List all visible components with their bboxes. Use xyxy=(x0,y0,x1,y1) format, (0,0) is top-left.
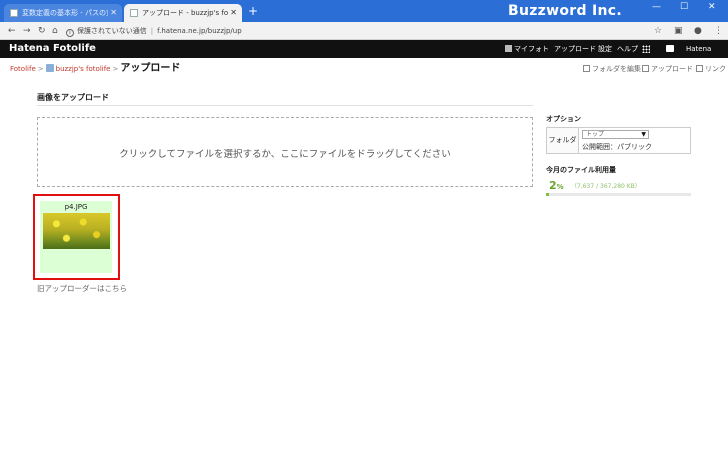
account-icon[interactable]: ● xyxy=(694,24,702,38)
usage-bar-fill xyxy=(546,193,549,196)
upload-dropzone[interactable]: クリックしてファイルを選択するか、ここにファイルをドラッグしてください xyxy=(37,117,533,187)
folder-label: フォルダ xyxy=(547,128,579,153)
usage-percent-unit: % xyxy=(556,183,564,191)
bookmark-star-icon[interactable]: ☆ xyxy=(654,24,662,38)
link-icon xyxy=(696,65,703,72)
highlight-box: p4.JPG xyxy=(33,194,120,280)
edit-folder-link[interactable]: フォルダを編集 xyxy=(583,63,641,75)
edit-folder-label: フォルダを編集 xyxy=(592,65,641,73)
extension-icon[interactable]: ▣ xyxy=(674,24,683,38)
tab-favicon-icon xyxy=(130,9,138,17)
nav-myphoto[interactable]: マイフォト xyxy=(505,40,549,58)
browser-tab-2[interactable]: アップロード - buzzjp's fotolife ✕ xyxy=(124,4,242,22)
reload-icon[interactable]: ↻ xyxy=(38,24,46,38)
browser-tab-1[interactable]: 変数定義の基本形 - パスの宣言で使う ✕ xyxy=(4,4,122,22)
options-title: オプション xyxy=(546,115,581,123)
breadcrumb: Fotolife > buzzjp's fotolife > アップロード xyxy=(10,63,181,74)
thumbnail-filename: p4.JPG xyxy=(64,203,88,211)
tab-close-icon[interactable]: ✕ xyxy=(230,4,237,22)
breadcrumb-user[interactable]: buzzjp's fotolife xyxy=(56,65,111,73)
photo-icon xyxy=(505,45,512,52)
avatar xyxy=(45,64,54,72)
upload-label: アップロード xyxy=(651,65,693,73)
usage-percent-value: 2 xyxy=(549,179,557,192)
comment-icon[interactable] xyxy=(666,45,674,52)
site-header: Hatena Fotolife マイフォト アップロード 設定 ヘルプ Hate… xyxy=(0,40,728,58)
browser-tab-strip: 変数定義の基本形 - パスの宣言で使う ✕ アップロード - buzzjp's … xyxy=(0,0,728,22)
maximize-icon[interactable]: ☐ xyxy=(680,2,688,12)
options-box: フォルダ トップ ▼ 公開範囲：パブリック xyxy=(546,127,691,154)
nav-settings[interactable]: 設定 xyxy=(598,40,612,58)
page-title: アップロード xyxy=(120,63,181,74)
new-tab-button[interactable]: + xyxy=(248,3,258,19)
back-icon[interactable]: ← xyxy=(8,24,16,38)
upload-icon xyxy=(642,65,649,72)
tab-favicon-icon xyxy=(10,9,18,17)
folder-icon xyxy=(583,65,590,72)
info-icon[interactable]: i xyxy=(66,29,74,37)
old-uploader-link[interactable]: 旧アップローダーはこちら xyxy=(37,283,127,294)
folder-select-value: トップ xyxy=(586,131,605,138)
url-field[interactable]: i 保護されていない通信 | f.hatena.ne.jp/buzzjp/up xyxy=(66,24,666,38)
tab-title: アップロード - buzzjp's fotolife xyxy=(142,9,228,17)
uploaded-thumbnail[interactable]: p4.JPG xyxy=(40,201,112,273)
window-close-icon[interactable]: ✕ xyxy=(708,2,716,12)
nav-help[interactable]: ヘルプ xyxy=(617,40,638,58)
tab-close-icon[interactable]: ✕ xyxy=(110,4,117,22)
apps-grid-icon[interactable] xyxy=(642,45,650,53)
dropzone-text: クリックしてファイルを選択するか、ここにファイルをドラッグしてください xyxy=(119,149,451,160)
security-status: 保護されていない通信 xyxy=(77,27,147,35)
link-label: リンク xyxy=(705,65,726,73)
site-logo[interactable]: Hatena Fotolife xyxy=(9,42,96,56)
divider xyxy=(37,105,533,106)
url-text: f.hatena.ne.jp/buzzjp/up xyxy=(157,27,242,35)
link-link[interactable]: リンク xyxy=(696,63,726,75)
nav-label: マイフォト xyxy=(514,45,549,53)
usage-percent: 2% xyxy=(549,179,564,192)
nav-upload[interactable]: アップロード xyxy=(554,40,596,58)
folder-select[interactable]: トップ ▼ xyxy=(582,130,649,139)
forward-icon[interactable]: → xyxy=(23,24,31,38)
usage-title: 今月のファイル利用量 xyxy=(546,166,616,174)
menu-dots-icon[interactable]: ⋮ xyxy=(714,24,723,38)
section-title: 画像をアップロード xyxy=(37,93,109,102)
upload-link[interactable]: アップロード xyxy=(642,63,693,75)
dropdown-arrow-icon: ▼ xyxy=(641,131,646,138)
usage-bar xyxy=(546,193,691,196)
tab-title: 変数定義の基本形 - パスの宣言で使う xyxy=(22,9,108,17)
home-icon[interactable]: ⌂ xyxy=(52,24,58,38)
visibility-text: 公開範囲：パブリック xyxy=(582,143,652,151)
usage-detail: （7,637 / 367,280 KB） xyxy=(571,183,641,190)
address-bar: ← → ↻ ⌂ i 保護されていない通信 | f.hatena.ne.jp/buzzj… xyxy=(0,22,728,40)
breadcrumb-root[interactable]: Fotolife xyxy=(10,65,36,73)
hatena-link[interactable]: Hatena xyxy=(686,40,711,58)
brand-watermark: Buzzword Inc. xyxy=(508,3,622,19)
thumbnail-image[interactable] xyxy=(43,213,110,249)
minimize-icon[interactable]: — xyxy=(652,2,661,12)
